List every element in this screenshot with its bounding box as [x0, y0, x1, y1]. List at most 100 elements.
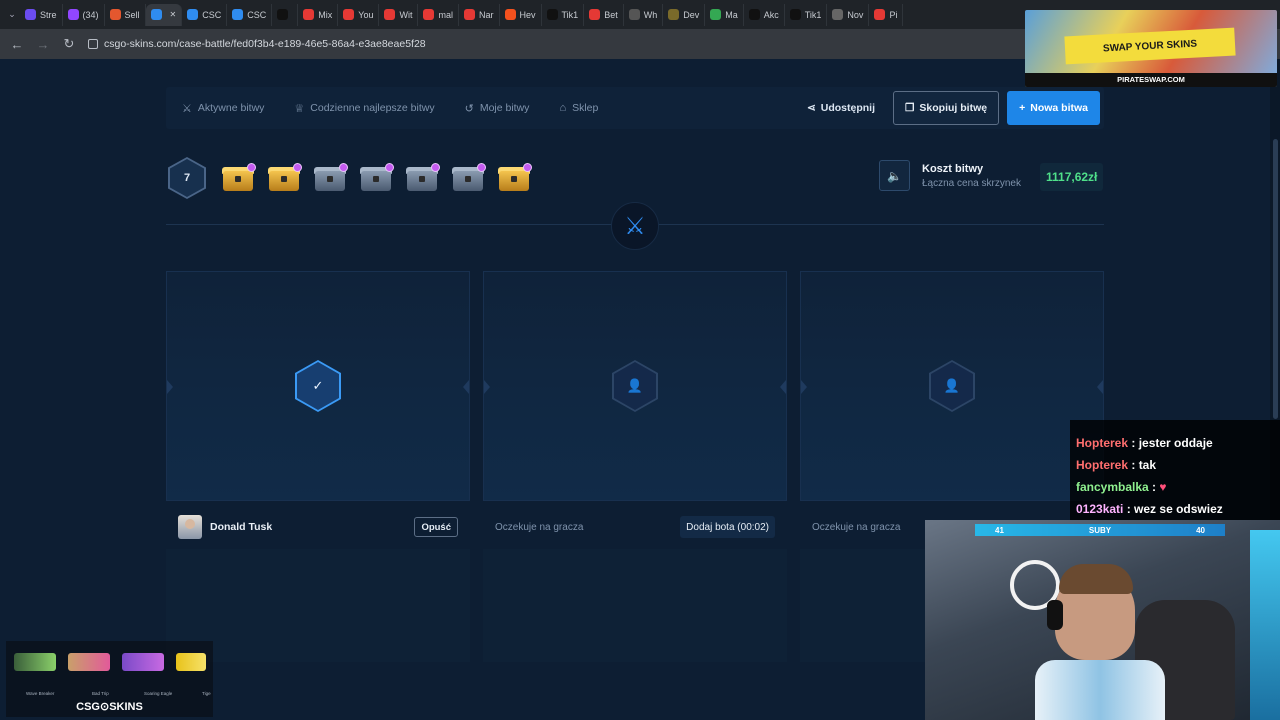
- browser-tab[interactable]: Ma: [705, 3, 744, 26]
- leave-button[interactable]: Opuść: [414, 517, 458, 537]
- sub-goal-bar: 41 SUBY 40: [975, 524, 1225, 536]
- new-label: Nowa bitwa: [1030, 102, 1088, 114]
- browser-tab[interactable]: [272, 3, 299, 26]
- case-item-steel[interactable]: [450, 163, 486, 193]
- skin-caption: Wave Breaker: [26, 691, 55, 696]
- tab-label: Akc: [763, 9, 779, 20]
- browser-tab[interactable]: Tik1: [785, 3, 828, 26]
- tab-label: (34): [82, 9, 99, 20]
- back-icon[interactable]: ←: [10, 37, 24, 52]
- browser-tab[interactable]: CSC: [182, 3, 228, 26]
- tab-label: You: [358, 9, 374, 20]
- browser-tab[interactable]: Dev: [663, 3, 706, 26]
- tab-favicon-icon: [874, 9, 886, 20]
- skin-image: [176, 653, 206, 671]
- tab-label: Pi: [889, 9, 898, 20]
- rarity-dot-icon: [247, 163, 256, 172]
- rarity-dot-icon: [293, 163, 302, 172]
- case-item-steel[interactable]: [358, 163, 394, 193]
- chat-msg: tak: [1138, 458, 1157, 472]
- tab-search-icon[interactable]: ⌄: [4, 9, 20, 20]
- tab-label: Sell: [124, 9, 140, 20]
- waiting-text: Oczekuje na gracza: [495, 521, 584, 533]
- slot-arrow-left: [167, 380, 173, 394]
- case-list: 7: [168, 157, 532, 199]
- player-name: Donald Tusk: [210, 521, 273, 533]
- browser-tab[interactable]: You: [338, 3, 380, 26]
- browser-tab[interactable]: Nov: [827, 3, 870, 26]
- tab-favicon-icon: [343, 9, 355, 20]
- nav-label: Aktywne bitwy: [197, 102, 265, 114]
- browser-tab[interactable]: Sell: [105, 3, 146, 26]
- tab-favicon-icon: [589, 9, 601, 20]
- browser-tab[interactable]: Wit: [379, 3, 419, 26]
- nav-active-battles[interactable]: ⚔ Aktywne bitwy: [182, 102, 264, 115]
- browser-tab[interactable]: Bet: [584, 3, 624, 26]
- nav-shop[interactable]: ⌂ Sklep: [559, 102, 598, 114]
- case-item-steel[interactable]: [312, 163, 348, 193]
- scroll-thumb[interactable]: [1273, 139, 1278, 419]
- webcam-overlay: 41 SUBY 40: [925, 520, 1280, 720]
- swords-icon: ⚔: [182, 102, 192, 115]
- case-item-steel[interactable]: [404, 163, 440, 193]
- sound-toggle-button[interactable]: 🔈: [879, 160, 910, 191]
- browser-tab[interactable]: Tik1: [542, 3, 585, 26]
- copy-battle-button[interactable]: ❐ Skopiuj bitwę: [893, 91, 1000, 125]
- nav-label: Moje bitwy: [479, 102, 530, 114]
- skin-caption: Bad Trip: [92, 691, 109, 696]
- browser-tab[interactable]: Akc: [744, 3, 785, 26]
- results-column-2: [483, 549, 787, 662]
- case-item-gold[interactable]: [496, 163, 532, 193]
- ready-check-icon: ✓: [295, 360, 341, 412]
- nav-daily-best[interactable]: ♕ Codzienne najlepsze bitwy: [294, 102, 434, 115]
- case-lock: [419, 176, 425, 182]
- nav-my-battles[interactable]: ↺ Moje bitwy: [465, 102, 530, 115]
- browser-tab[interactable]: Nar: [459, 3, 500, 26]
- add-bot-button[interactable]: Dodaj bota (00:02): [680, 516, 775, 538]
- headset-icon: [1047, 600, 1063, 630]
- url-field[interactable]: csgo-skins.com/case-battle/fed0f3b4-e189…: [88, 38, 426, 50]
- chat-user: fancymbalka: [1076, 480, 1149, 494]
- tab-favicon-icon: [187, 9, 199, 20]
- case-item-gold[interactable]: [266, 163, 302, 193]
- browser-tab[interactable]: Wh: [624, 3, 664, 26]
- browser-tab[interactable]: ✕: [145, 3, 183, 26]
- rounds-badge: 7: [168, 157, 206, 199]
- new-battle-button[interactable]: + Nowa bitwa: [1007, 91, 1100, 125]
- player-bar-2: Oczekuje na gracza Dodaj bota (00:02): [483, 512, 787, 542]
- nav-label: Sklep: [572, 102, 599, 114]
- skin-image: [68, 653, 110, 671]
- share-button[interactable]: ⋖ Udostępnij: [797, 102, 885, 114]
- browser-tab[interactable]: (34): [63, 3, 105, 26]
- site-info-icon[interactable]: [88, 39, 98, 49]
- browser-tab[interactable]: Hev: [500, 3, 542, 26]
- slot-arrow-right: [463, 380, 469, 394]
- chat-msg: jester oddaje: [1138, 436, 1213, 450]
- browser-tab[interactable]: CSC: [227, 3, 273, 26]
- tab-label: Stre: [40, 9, 57, 20]
- player-slot-1: ✓: [166, 271, 470, 501]
- tab-favicon-icon: [504, 9, 516, 20]
- tab-favicon-icon: [232, 9, 244, 20]
- chat-user: Hopterek: [1076, 436, 1129, 450]
- slot-arrow-left: [484, 380, 490, 394]
- avatar: [178, 515, 202, 539]
- case-item-gold[interactable]: [220, 163, 256, 193]
- browser-tab[interactable]: Pi: [869, 3, 904, 26]
- reload-icon[interactable]: ↻: [62, 36, 76, 52]
- tab-favicon-icon: [67, 9, 79, 20]
- forward-icon[interactable]: →: [36, 37, 50, 52]
- copy-label: Skopiuj bitwę: [919, 102, 988, 114]
- browser-tab[interactable]: Mix: [298, 3, 339, 26]
- background-light: [1250, 530, 1280, 720]
- plus-icon: +: [1019, 102, 1026, 114]
- rarity-dot-icon: [523, 163, 532, 172]
- browser-tab[interactable]: mal: [418, 3, 459, 26]
- url-text: csgo-skins.com/case-battle/fed0f3b4-e189…: [104, 38, 426, 50]
- browser-tab[interactable]: Stre: [20, 3, 63, 26]
- chat-user: Hopterek: [1076, 458, 1129, 472]
- tab-label: Nov: [847, 9, 864, 20]
- ad-footer-text: PIRATESWAP.COM: [1025, 73, 1277, 87]
- cost-subtitle: Łączna cena skrzynek: [922, 177, 1021, 189]
- close-tab-icon[interactable]: ✕: [170, 10, 177, 19]
